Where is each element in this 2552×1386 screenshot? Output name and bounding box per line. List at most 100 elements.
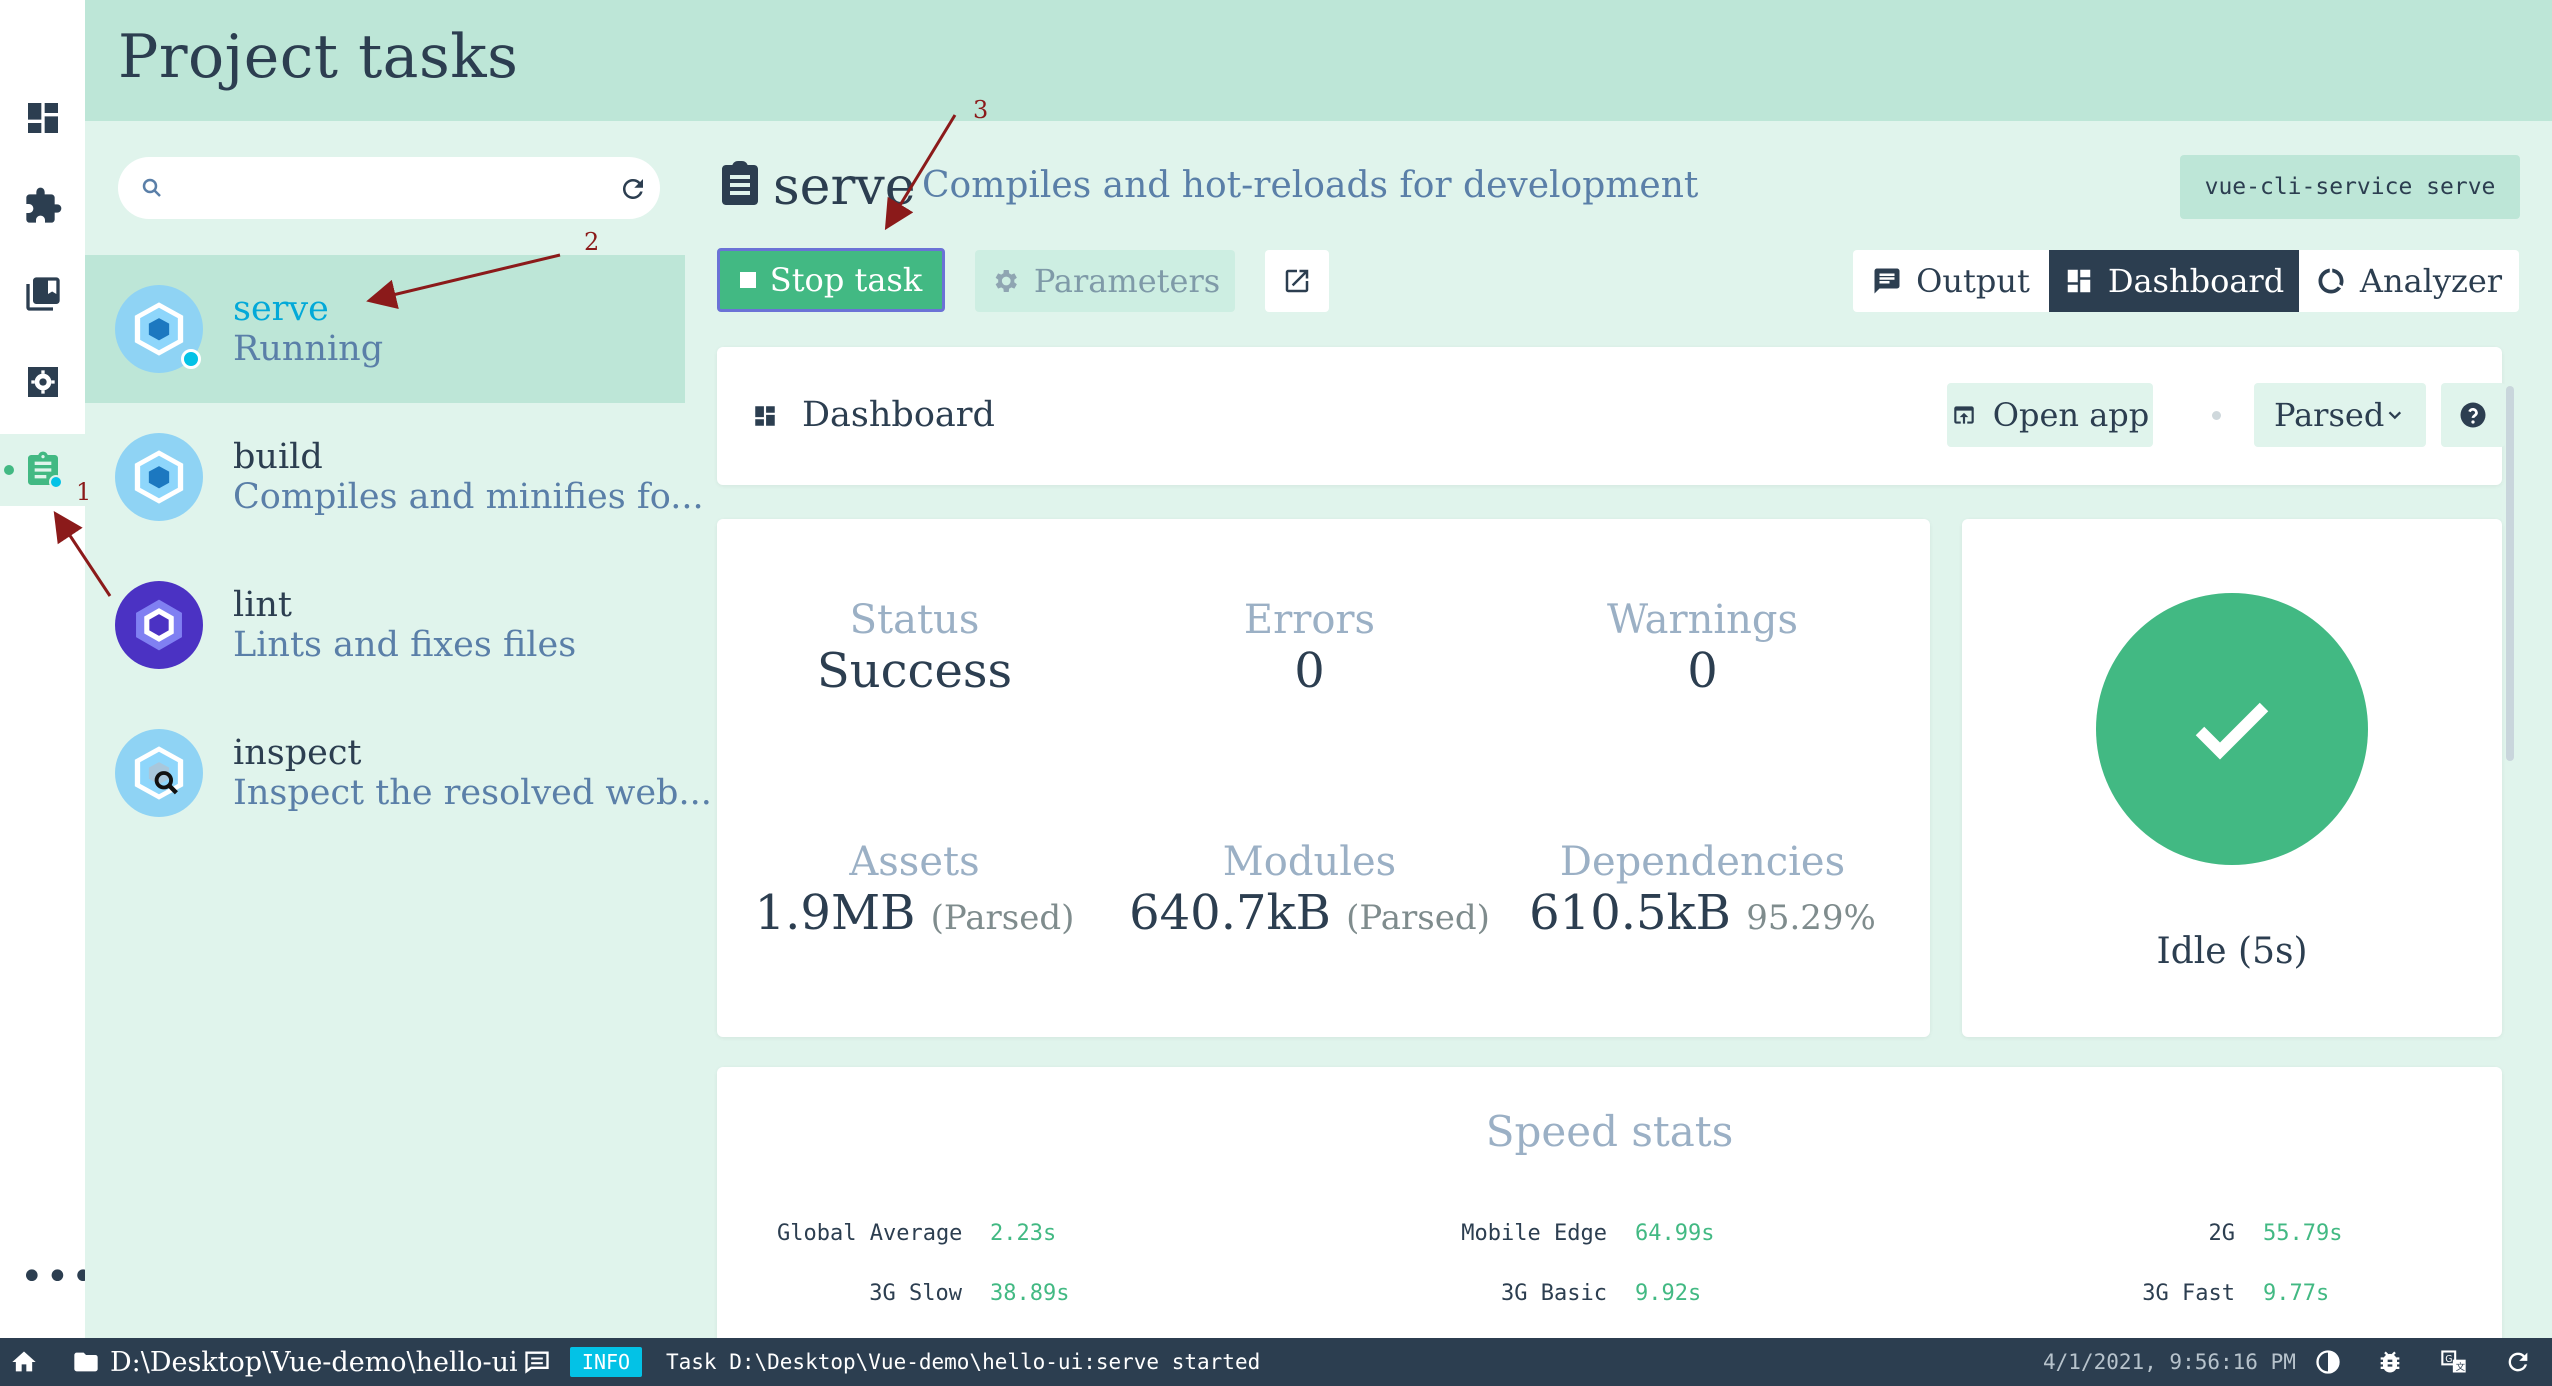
eslint-icon (115, 581, 203, 669)
task-name: build (233, 437, 323, 477)
speed-value: 2.23s (990, 1221, 1057, 1246)
build-status-card: Idle (5s) (1962, 519, 2502, 1037)
tab-dashboard-label: Dashboard (2107, 262, 2285, 300)
refresh-status-button[interactable] (2504, 1338, 2532, 1386)
stat-value: 1.9MB (Parsed) (717, 885, 1112, 941)
stat-value: 610.5kB 95.29% (1505, 885, 1900, 941)
task-name: serve (233, 289, 329, 329)
puzzle-icon (25, 187, 61, 223)
task-item-inspect[interactable]: inspect Inspect the resolved web... (85, 699, 712, 847)
speed-row: 2G 55.79s (2047, 1221, 2343, 1246)
speed-row: Mobile Edge 64.99s (1417, 1221, 1714, 1246)
tab-output-label: Output (1916, 262, 2030, 300)
home-button[interactable] (10, 1338, 38, 1386)
modules-size: 640.7kB (1129, 885, 1331, 941)
tab-analyzer-label: Analyzer (2359, 262, 2503, 300)
task-description: Running (233, 329, 384, 369)
webpack-inspect-icon (115, 729, 203, 817)
help-button[interactable] (2441, 383, 2505, 447)
open-app-label: Open app (1992, 396, 2150, 434)
report-bug-button[interactable] (2376, 1338, 2404, 1386)
dashboard-icon (755, 406, 775, 426)
translate-icon: G文 (2441, 1350, 2466, 1373)
stat-label: Assets (849, 839, 980, 885)
open-in-browser-icon (1954, 406, 1974, 424)
stat-label: Modules (1222, 839, 1397, 885)
translate-button[interactable]: G文 (2440, 1338, 2468, 1386)
last-log-message[interactable]: Task D:\Desktop\Vue-demo\hello-ui:serve … (666, 1338, 1260, 1386)
stat-label: Errors (1243, 597, 1376, 643)
gear-icon (995, 270, 1017, 292)
scrollbar[interactable] (2506, 386, 2514, 761)
idle-status: Idle (5s) (2156, 931, 2308, 972)
dependencies-note: 95.29% (1746, 898, 1876, 938)
tab-output[interactable]: Output (1853, 250, 2049, 312)
settings-icon (27, 367, 58, 397)
stat-errors: Errors 0 (1112, 597, 1507, 699)
parameters-button[interactable]: Parameters (975, 250, 1235, 312)
speed-label: 3G Slow (869, 1281, 962, 1306)
tab-analyzer[interactable]: Analyzer (2299, 250, 2519, 312)
search-icon (142, 178, 161, 197)
stat-warnings: Warnings 0 (1505, 597, 1900, 699)
dashboard-toolbar-card: Dashboard Open app Parsed (717, 347, 2505, 485)
page-title: Project tasks (118, 22, 519, 92)
stat-modules: Modules 640.7kB (Parsed) (1112, 839, 1507, 941)
dashboard-title: Dashboard (802, 395, 995, 435)
open-in-new-icon (1285, 269, 1309, 293)
log-button[interactable] (523, 1338, 551, 1386)
speed-label: 3G Basic (1501, 1281, 1607, 1306)
task-item-build[interactable]: build Compiles and minifies fo... (85, 403, 704, 551)
task-item-serve[interactable]: serve Running (85, 255, 685, 403)
task-list-panel: serve Running build Compiles and minifie… (85, 121, 712, 1338)
annotation-number-2: 2 (584, 228, 600, 256)
donut-icon (2318, 268, 2344, 294)
assets-size: 1.9MB (754, 885, 916, 941)
speed-stats-card: Speed stats Global Average 2.23s 3G Slow 3… (717, 1067, 2502, 1357)
refresh-icon (622, 178, 643, 199)
speed-row: 3G Slow 38.89s (777, 1281, 1069, 1306)
log-timestamp: 4/1/2021, 9:56:16 PM (2043, 1350, 2296, 1374)
parameters-label: Parameters (1033, 262, 1221, 300)
open-app-button[interactable]: Open app (1947, 383, 2153, 447)
build-stats-card: Status Success Errors 0 Warnings 0 Asset… (717, 519, 1930, 1037)
chevron-down-icon (2388, 411, 2402, 420)
stat-status: Status Success (717, 597, 1112, 699)
bug-icon (2380, 1351, 2400, 1373)
speed-label: 2G (2208, 1221, 2236, 1246)
stop-task-button[interactable]: Stop task (717, 248, 945, 312)
tab-dashboard[interactable]: Dashboard (2049, 250, 2299, 312)
task-item-lint[interactable]: lint Lints and fixes files (85, 551, 685, 699)
stat-label: Status (849, 597, 980, 643)
project-path-button[interactable]: D:\Desktop\Vue-demo\hello-ui (72, 1338, 518, 1386)
stat-value: Success (816, 643, 1013, 699)
theme-toggle-button[interactable] (2314, 1338, 2342, 1386)
running-badge (181, 349, 201, 369)
task-description: Compiles and minifies fo... (233, 477, 704, 517)
annotation-number-3: 3 (973, 96, 989, 124)
help-icon (2460, 402, 2486, 428)
size-mode-select[interactable]: Parsed (2254, 383, 2426, 447)
task-description: Lints and fixes files (233, 625, 577, 665)
speed-value: 64.99s (1635, 1221, 1715, 1246)
success-indicator (2096, 593, 2368, 865)
running-indicator (49, 475, 63, 489)
nav-plugins-button[interactable] (0, 170, 85, 242)
nav-dependencies-button[interactable] (0, 258, 85, 330)
library-books-icon (25, 277, 60, 311)
speed-label: Mobile Edge (1461, 1221, 1607, 1246)
contrast-icon (2316, 1350, 2340, 1374)
refresh-button[interactable] (605, 161, 661, 217)
speed-stats-title: Speed stats (1485, 1107, 1734, 1156)
stop-icon (739, 272, 756, 288)
search-input[interactable] (178, 167, 638, 209)
nav-configuration-button[interactable] (0, 346, 85, 418)
nav-dashboard-button[interactable] (0, 82, 85, 154)
task-name: lint (233, 585, 292, 625)
folder-icon (74, 1352, 98, 1372)
dashboard-icon (2067, 269, 2091, 293)
speed-value: 9.77s (2263, 1281, 2330, 1306)
status-bar: D:\Desktop\Vue-demo\hello-ui INFO Task D… (0, 1338, 2552, 1386)
stat-label: Warnings (1606, 597, 1799, 643)
open-external-button[interactable] (1265, 250, 1329, 312)
